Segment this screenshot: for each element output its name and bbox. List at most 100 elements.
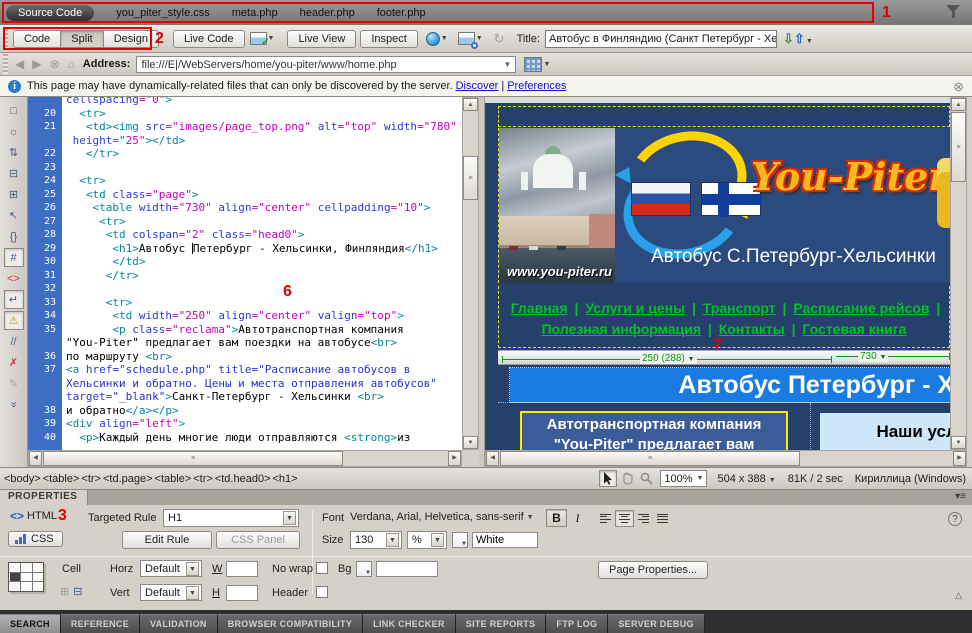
hand-tool-icon[interactable] — [618, 470, 636, 487]
code-line[interactable]: 28 <td colspan="2" class="head0"> — [28, 228, 462, 242]
panel-menu-icon[interactable]: ▾≡ — [955, 491, 966, 502]
nav-link[interactable]: Главная — [511, 300, 568, 316]
align-right-button[interactable] — [634, 510, 653, 527]
get-file-icon[interactable]: ⇩ — [783, 31, 794, 46]
align-center-button[interactable] — [615, 510, 634, 527]
size-unit-dropdown[interactable]: %▼ — [407, 531, 447, 549]
preview-in-browser-icon[interactable]: ▼ — [426, 30, 448, 48]
font-dropdown[interactable]: Verdana, Arial, Helvetica, sans-serif▼ — [350, 511, 534, 523]
code-line[interactable]: cellspacing="0"> — [28, 97, 462, 107]
results-tab-ftp-log[interactable]: FTP LOG — [546, 614, 608, 633]
page-top-image-row[interactable] — [498, 106, 950, 127]
code-line[interactable]: 39<div align="left"> — [28, 417, 462, 431]
services-box[interactable]: Наши услуги — [820, 413, 950, 450]
code-line[interactable]: 25 <td class="page"> — [28, 188, 462, 202]
bg-color-swatch[interactable]: ▼ — [356, 561, 372, 577]
zoom-level-dropdown[interactable]: 100%▼ — [660, 470, 707, 487]
results-tab-validation[interactable]: VALIDATION — [140, 614, 218, 633]
tag-selector-item[interactable]: <table> — [155, 473, 192, 485]
css-panel-button[interactable]: CSS Panel — [216, 531, 300, 549]
expand-all-icon[interactable]: ⊞ — [4, 185, 24, 204]
tag-selector-item[interactable]: <body> — [4, 473, 41, 485]
code-line[interactable]: 21 <td><img src="images/page_top.png" al… — [28, 120, 462, 134]
inspect-button[interactable]: Inspect — [360, 30, 417, 48]
design-horizontal-scrollbar[interactable]: ◀ ≡ ▶ — [485, 450, 967, 467]
design-vertical-scrollbar[interactable]: ▲ ≡ ▼ — [950, 97, 967, 450]
remove-comment-icon[interactable]: ✗ — [4, 353, 24, 372]
results-tab-reference[interactable]: REFERENCE — [61, 614, 140, 633]
code-line[interactable]: 22 </tr> — [28, 147, 462, 161]
code-line[interactable]: 29 <h1>Автобус Петербург - Хельсинки, Фи… — [28, 242, 462, 256]
tag-selector-item[interactable]: <td.page> — [103, 473, 153, 485]
live-code-button[interactable]: Live Code — [173, 30, 245, 48]
cell-height-input[interactable] — [226, 585, 258, 601]
title-input[interactable]: Автобус в Финляндию (Санкт Петербург - Х… — [545, 30, 777, 48]
nav-link[interactable]: Транспорт — [703, 300, 776, 316]
code-line[interactable]: 30 </td> — [28, 255, 462, 269]
split-cell-icon[interactable]: ⊟ — [73, 585, 82, 598]
merge-cells-icon[interactable]: ⊞ — [60, 585, 69, 598]
code-line[interactable]: 26 <table width="730" align="center" cel… — [28, 201, 462, 215]
table-width-guide[interactable]: 250 (288) ▼ 730 ▼ — [498, 350, 950, 365]
site-banner[interactable]: You-Piter Автобус С.Петербург-Хельсинки … — [498, 128, 950, 283]
view-options-icon[interactable] — [524, 57, 542, 72]
code-line[interactable]: 40 <p>Каждый день многие люди отправляют… — [28, 431, 462, 445]
put-file-icon[interactable]: ⇧ — [794, 31, 805, 46]
apply-comment-icon[interactable]: // — [4, 332, 24, 351]
scrollbar-thumb[interactable]: ≡ — [463, 156, 478, 200]
promo-box[interactable]: Автотранспортная компания "You-Piter" пр… — [520, 411, 788, 450]
code-horizontal-scrollbar[interactable]: ◀ ≡ ▶ — [28, 450, 462, 467]
address-input[interactable]: file:///E|/WebServers/home/you-piter/www… — [136, 56, 516, 73]
tag-selector-item[interactable]: <h1> — [273, 473, 298, 485]
code-vertical-scrollbar[interactable]: ▲ ≡ ▼ — [462, 97, 479, 450]
preferences-link[interactable]: Preferences — [507, 80, 566, 92]
code-line[interactable]: 27 <tr> — [28, 215, 462, 229]
infobar-close-icon[interactable]: ⊗ — [953, 79, 964, 95]
balance-braces-icon[interactable]: {} — [4, 227, 24, 246]
window-size-dropdown[interactable]: 504 x 388▼ — [717, 473, 775, 485]
syntax-error-alerts-icon[interactable]: ⚠ — [4, 311, 24, 330]
collapse-full-tag-icon[interactable]: ⇅ — [4, 143, 24, 162]
open-documents-icon[interactable]: □ — [4, 101, 24, 120]
validate-markup-icon[interactable]: ▼ — [458, 30, 483, 48]
code-line[interactable]: 20 <tr> — [28, 107, 462, 121]
results-tab-browser-compatibility[interactable]: BROWSER COMPATIBILITY — [218, 614, 363, 633]
tag-selector-item[interactable]: <table> — [43, 473, 80, 485]
word-wrap-icon[interactable]: ↵ — [4, 290, 24, 309]
edit-rule-button[interactable]: Edit Rule — [122, 531, 212, 549]
results-tab-site-reports[interactable]: SITE REPORTS — [456, 614, 547, 633]
scrollbar-thumb[interactable]: ≡ — [951, 112, 966, 182]
collapse-selection-icon[interactable]: ⊟ — [4, 164, 24, 183]
vert-align-dropdown[interactable]: Default▼ — [140, 584, 202, 601]
nav-link[interactable]: Контакты — [719, 321, 785, 337]
column-width-250[interactable]: 250 (288) ▼ — [640, 353, 697, 364]
code-line[interactable]: "You-Piter" предлагает вам поездки на ав… — [28, 336, 462, 350]
code-line[interactable]: 33 <tr> — [28, 296, 462, 310]
more-tools-icon[interactable]: » — [4, 395, 23, 415]
discover-link[interactable]: Discover — [456, 80, 499, 92]
code-line[interactable]: 38и обратно</a></p> — [28, 404, 462, 418]
code-line[interactable]: 37<a href="schedule.php" title="Расписан… — [28, 363, 462, 377]
file-get-put-icons[interactable]: ⇩⇧▼ — [783, 31, 813, 47]
html-mode-button[interactable]: HTML — [27, 510, 57, 522]
back-icon[interactable]: ◀ — [15, 57, 24, 71]
format-source-code-icon[interactable]: ✎ — [4, 374, 24, 393]
results-tab-search[interactable]: SEARCH — [0, 614, 61, 633]
align-left-button[interactable] — [596, 510, 615, 527]
code-line[interactable]: Хельсинки и обратно. Цены и места отправ… — [28, 377, 462, 391]
code-line[interactable]: 24 <tr> — [28, 174, 462, 188]
text-color-swatch[interactable]: ▼ — [452, 532, 468, 548]
targeted-rule-dropdown[interactable]: H1▼ — [163, 509, 299, 527]
live-view-button[interactable]: Live View — [287, 30, 356, 48]
header-checkbox[interactable] — [316, 586, 328, 598]
check-browser-compatibility-icon[interactable]: ✓▼ — [250, 30, 275, 48]
design-view[interactable]: You-Piter Автобус С.Петербург-Хельсинки … — [485, 97, 967, 450]
code-line[interactable]: 31 </tr> — [28, 269, 462, 283]
code-line[interactable]: 36по маршруту <br> — [28, 350, 462, 364]
bg-color-input[interactable] — [376, 561, 438, 577]
addressbar-grip[interactable] — [3, 54, 8, 74]
nowrap-checkbox[interactable] — [316, 562, 328, 574]
select-parent-tag-icon[interactable]: ↖ — [4, 206, 24, 225]
code-line[interactable]: 23 — [28, 161, 462, 175]
cell-width-input[interactable] — [226, 561, 258, 577]
